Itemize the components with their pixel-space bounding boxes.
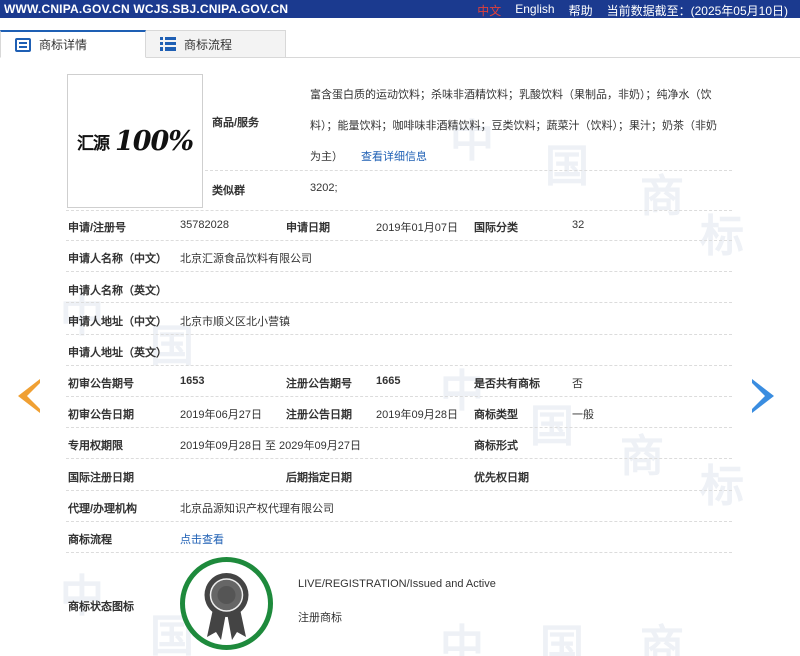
- first-pub-date-label: 初审公告日期: [68, 409, 134, 421]
- later-designation-label: 后期指定日期: [286, 472, 352, 484]
- divider: [66, 210, 732, 211]
- reg-no-value: 35782028: [180, 219, 229, 231]
- top-bar: WWW.CNIPA.GOV.CN WCJS.SBJ.CNIPA.GOV.CN 中…: [0, 0, 800, 18]
- detail-list-icon: [15, 37, 31, 52]
- logo-chinese-text: 汇源: [76, 133, 110, 154]
- reg-pub-no-value: 1665: [376, 375, 401, 387]
- status-en: LIVE/REGISTRATION/Issued and Active: [298, 578, 496, 590]
- tab-bar: 商标详情 商标流程: [0, 22, 800, 58]
- divider: [66, 240, 732, 241]
- agent-label: 代理/办理机构: [68, 503, 138, 515]
- applicant-cn-label: 申请人名称（中文）: [68, 253, 167, 265]
- apply-date-label: 申请日期: [286, 222, 330, 234]
- help-link[interactable]: 帮助: [569, 2, 593, 19]
- site-domains: WWW.CNIPA.GOV.CN WCJS.SBJ.CNIPA.GOV.CN: [4, 2, 289, 16]
- status-cn: 注册商标: [298, 612, 342, 624]
- process-view-link[interactable]: 点击查看: [180, 531, 224, 547]
- trademark-logo: 汇源 100%: [76, 125, 194, 157]
- top-links: 中文 English 帮助 当前数据截至：(2025年05月10日): [477, 2, 788, 19]
- priority-date-label: 优先权日期: [474, 472, 529, 484]
- tab-trademark-detail[interactable]: 商标详情: [0, 30, 146, 58]
- tab-label: 商标详情: [39, 38, 88, 52]
- applicant-en-label: 申请人名称（英文）: [68, 285, 167, 297]
- divider: [66, 458, 732, 459]
- goods-label: 商品/服务: [212, 117, 260, 129]
- apply-date-value: 2019年01月07日: [376, 222, 458, 234]
- reg-pub-no-label: 注册公告期号: [286, 378, 352, 390]
- similar-group-label: 类似群: [212, 185, 245, 197]
- data-date: 当前数据截至：(2025年05月10日): [606, 4, 788, 18]
- tab-trademark-flow[interactable]: 商标流程: [146, 30, 286, 58]
- divider: [66, 302, 732, 303]
- logo-number-text: 100%: [114, 125, 194, 157]
- intl-class-label: 国际分类: [474, 222, 518, 234]
- flow-list-icon: [160, 37, 176, 51]
- first-pub-date-value: 2019年06月27日: [180, 409, 262, 421]
- divider: [66, 396, 732, 397]
- shared-value: 否: [572, 378, 583, 390]
- exclusive-value: 2019年09月28日 至 2029年09月27日: [180, 440, 361, 452]
- divider: [66, 552, 732, 553]
- trademark-image: 汇源 100%: [67, 74, 203, 208]
- divider: [66, 490, 732, 491]
- divider: [66, 521, 732, 522]
- tm-type-value: 一般: [572, 409, 594, 421]
- reg-pub-date-label: 注册公告日期: [286, 409, 352, 421]
- agent-value: 北京品源知识产权代理有限公司: [180, 503, 334, 515]
- shared-label: 是否共有商标: [474, 378, 540, 390]
- applicant-cn-value: 北京汇源食品饮料有限公司: [180, 253, 312, 265]
- intl-class-value: 32: [572, 219, 585, 231]
- lang-english-link[interactable]: English: [515, 2, 554, 19]
- divider: [66, 427, 732, 428]
- process-label: 商标流程: [68, 534, 112, 546]
- reg-no-label: 申请/注册号: [68, 222, 127, 234]
- tm-type-label: 商标类型: [474, 409, 518, 421]
- first-pub-no-value: 1653: [180, 375, 205, 387]
- similar-group-value: 3202;: [310, 182, 338, 194]
- tm-form-label: 商标形式: [474, 440, 518, 452]
- arrow-left-icon[interactable]: [18, 379, 40, 413]
- exclusive-label: 专用权期限: [68, 440, 123, 452]
- goods-services: 富含蛋白质的运动饮料；杀味非酒精饮料；乳酸饮料（果制品，非奶）；纯净水（饮料）；…: [310, 80, 720, 173]
- intl-reg-date-label: 国际注册日期: [68, 472, 134, 484]
- status-icon-label: 商标状态图标: [68, 601, 134, 613]
- tab-label: 商标流程: [184, 37, 233, 52]
- divider: [66, 334, 732, 335]
- lang-chinese-link[interactable]: 中文: [477, 2, 501, 19]
- arrow-right-icon[interactable]: [752, 379, 774, 413]
- address-en-label: 申请人地址（英文）: [68, 347, 167, 359]
- address-cn-label: 申请人地址（中文）: [68, 316, 167, 328]
- view-details-link[interactable]: 查看详细信息: [361, 151, 427, 163]
- divider: [66, 271, 732, 272]
- address-cn-value: 北京市顺义区北小营镇: [180, 316, 290, 328]
- reg-pub-date-value: 2019年09月28日: [376, 409, 458, 421]
- registered-badge-icon: [180, 557, 273, 650]
- divider: [66, 365, 732, 366]
- divider: [205, 170, 732, 171]
- first-pub-no-label: 初审公告期号: [68, 378, 134, 390]
